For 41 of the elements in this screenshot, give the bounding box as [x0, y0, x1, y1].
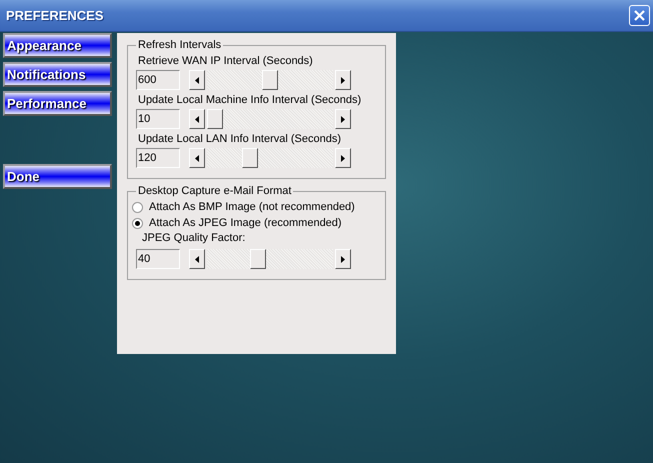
sidebar-button[interactable]: Appearance: [3, 33, 112, 58]
slider-thumb[interactable]: [250, 249, 266, 269]
right-arrow-icon: [341, 116, 345, 122]
setting-label: Retrieve WAN IP Interval (Seconds): [138, 55, 314, 68]
option-label[interactable]: Attach As JPEG Image (recommended): [149, 217, 342, 230]
right-arrow-icon: [341, 256, 345, 262]
done-button[interactable]: Done: [3, 164, 112, 189]
setting-label: Update Local Machine Info Interval (Seconds): [138, 94, 362, 107]
value-field[interactable]: 40: [136, 249, 180, 269]
right-arrow-icon: [341, 76, 345, 84]
group-title: Refresh Intervals: [137, 39, 222, 52]
option-label[interactable]: Attach As BMP Image (not recommended): [149, 201, 355, 214]
value-field[interactable]: 600: [136, 70, 180, 90]
window-title: PREFERENCES: [6, 8, 104, 23]
radio-button[interactable]: [132, 202, 143, 213]
scroll-right-button[interactable]: [335, 70, 351, 90]
scroll-left-button[interactable]: [189, 70, 205, 90]
scroll-right-button[interactable]: [335, 109, 351, 129]
scroll-right-button[interactable]: [335, 148, 351, 168]
scroll-left-button[interactable]: [189, 249, 205, 269]
value-field[interactable]: 10: [136, 109, 180, 129]
left-arrow-icon: [195, 116, 199, 122]
radio-button[interactable]: [132, 218, 143, 229]
left-arrow-icon: [195, 256, 199, 262]
setting-label: Update Local LAN Info Interval (Seconds): [138, 133, 342, 146]
left-arrow-icon: [195, 154, 199, 162]
group-title: Desktop Capture e-Mail Format: [137, 185, 292, 198]
right-arrow-icon: [341, 154, 345, 162]
close-button[interactable]: [629, 5, 650, 26]
scroll-left-button[interactable]: [189, 109, 205, 129]
scroll-left-button[interactable]: [189, 148, 205, 168]
value-field[interactable]: 120: [136, 148, 180, 168]
slider-thumb[interactable]: [262, 70, 278, 90]
slider-thumb[interactable]: [207, 109, 223, 129]
left-arrow-icon: [195, 76, 199, 84]
quality-label: JPEG Quality Factor:: [142, 232, 246, 245]
sidebar-button[interactable]: Performance: [3, 91, 112, 116]
sidebar-button[interactable]: Notifications: [3, 62, 112, 87]
close-icon: [633, 9, 646, 22]
slider-thumb[interactable]: [242, 148, 258, 168]
scroll-right-button[interactable]: [335, 249, 351, 269]
